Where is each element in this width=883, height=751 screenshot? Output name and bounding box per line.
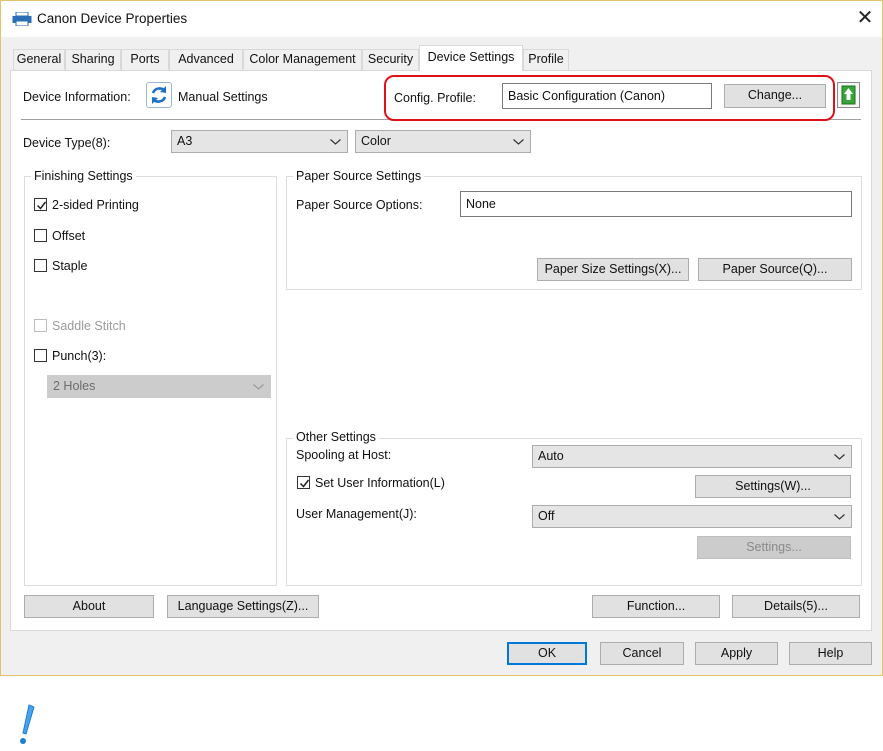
exclamation-icon: [17, 703, 37, 747]
separator: [21, 119, 861, 120]
tab-sharing[interactable]: Sharing: [65, 49, 121, 70]
function-button[interactable]: Function...: [592, 595, 720, 618]
user-information-checkbox[interactable]: [297, 476, 310, 489]
paper-size-settings-button[interactable]: Paper Size Settings(X)...: [537, 258, 689, 281]
saddle-stitch-checkbox: [34, 319, 47, 332]
tab-profile[interactable]: Profile: [523, 49, 569, 70]
language-settings-button[interactable]: Language Settings(Z)...: [167, 595, 319, 618]
device-color-select[interactable]: Color: [355, 130, 531, 153]
user-management-label: User Management(J):: [296, 507, 417, 521]
paper-source-title: Paper Source Settings: [293, 169, 425, 183]
tab-advanced[interactable]: Advanced: [169, 49, 243, 70]
help-button[interactable]: Help: [789, 642, 872, 665]
tab-general[interactable]: General: [13, 49, 65, 70]
tab-device-settings[interactable]: Device Settings: [419, 45, 523, 71]
finishing-settings-title: Finishing Settings: [31, 169, 136, 183]
manual-settings-label: Manual Settings: [178, 90, 268, 104]
spooling-label: Spooling at Host:: [296, 448, 392, 462]
cancel-button[interactable]: Cancel: [600, 642, 684, 665]
user-information-label[interactable]: Set User Information(L): [315, 476, 445, 490]
ok-button[interactable]: OK: [507, 642, 587, 665]
chevron-down-icon: [834, 446, 846, 467]
chevron-down-icon: [513, 131, 525, 152]
details-button[interactable]: Details(5)...: [732, 595, 860, 618]
properties-window: Canon Device Properties ✕ General Sharin…: [0, 0, 883, 676]
paper-source-button[interactable]: Paper Source(Q)...: [698, 258, 852, 281]
apply-button[interactable]: Apply: [695, 642, 778, 665]
device-information-label: Device Information:: [23, 90, 131, 104]
user-management-settings-button: Settings...: [697, 536, 851, 559]
config-profile-label: Config. Profile:: [394, 91, 476, 105]
offset-checkbox[interactable]: [34, 229, 47, 242]
sync-icon[interactable]: [146, 82, 172, 108]
upload-icon[interactable]: [837, 82, 860, 108]
spooling-value: Auto: [538, 449, 564, 463]
punch-checkbox[interactable]: [34, 349, 47, 362]
paper-source-options-label: Paper Source Options:: [296, 198, 423, 212]
printer-icon: [12, 11, 32, 27]
chevron-down-icon: [253, 376, 265, 397]
two-sided-label[interactable]: 2-sided Printing: [52, 198, 139, 212]
staple-label[interactable]: Staple: [52, 259, 87, 273]
punch-holes-select: 2 Holes: [47, 375, 271, 398]
tab-color-management[interactable]: Color Management: [243, 49, 362, 70]
staple-checkbox[interactable]: [34, 259, 47, 272]
settings-w-button[interactable]: Settings(W)...: [695, 475, 851, 498]
saddle-stitch-label: Saddle Stitch: [52, 319, 126, 333]
offset-label[interactable]: Offset: [52, 229, 85, 243]
change-profile-button[interactable]: Change...: [724, 84, 826, 108]
tab-security[interactable]: Security: [362, 49, 419, 70]
device-color-value: Color: [361, 134, 391, 148]
other-settings-title: Other Settings: [293, 430, 379, 444]
about-button[interactable]: About: [24, 595, 154, 618]
paper-source-options-field: None: [460, 191, 852, 217]
window-title: Canon Device Properties: [37, 11, 188, 26]
device-size-value: A3: [177, 134, 193, 148]
chevron-down-icon: [834, 506, 846, 527]
punch-holes-value: 2 Holes: [53, 379, 96, 393]
close-icon[interactable]: ✕: [854, 6, 876, 30]
title-bar: Canon Device Properties ✕: [1, 1, 882, 37]
spooling-select[interactable]: Auto: [532, 445, 852, 468]
config-profile-field: Basic Configuration (Canon): [502, 83, 712, 109]
punch-label[interactable]: Punch(3):: [52, 349, 106, 363]
chevron-down-icon: [330, 131, 342, 152]
user-management-select[interactable]: Off: [532, 505, 852, 528]
device-size-select[interactable]: A3: [171, 130, 348, 153]
device-type-label: Device Type(8):: [23, 136, 111, 150]
tab-ports[interactable]: Ports: [121, 49, 169, 70]
two-sided-checkbox[interactable]: [34, 198, 47, 211]
user-management-value: Off: [538, 509, 555, 523]
